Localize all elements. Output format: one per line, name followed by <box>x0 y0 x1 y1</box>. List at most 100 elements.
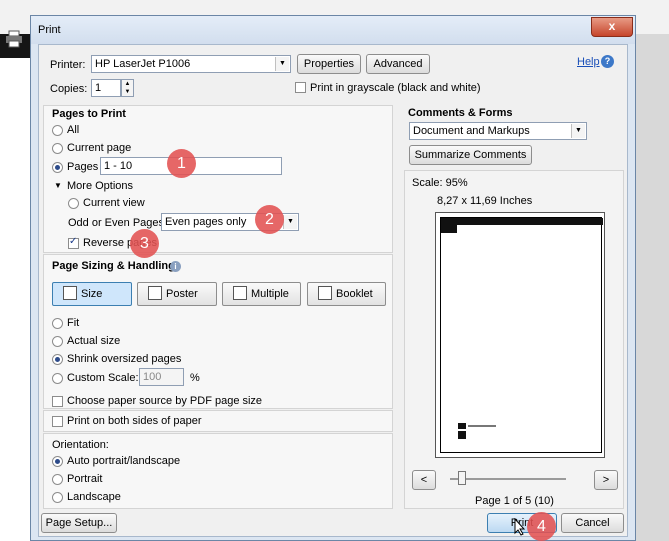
grayscale-label: Print in grayscale (black and white) <box>310 82 481 94</box>
preview-page-border <box>440 217 602 453</box>
all-radio[interactable] <box>52 125 63 136</box>
odd-even-value: Even pages only <box>165 216 247 228</box>
step-badge-4: 4 <box>527 512 556 541</box>
chevron-down-icon: ▼ <box>571 124 585 138</box>
multiple-tab-button[interactable]: Multiple <box>222 282 301 306</box>
all-label: All <box>67 124 80 136</box>
dialog-content: Printer: HP LaserJet P1006 ▼ Properties … <box>38 44 628 537</box>
custom-scale-input[interactable]: 100 <box>139 368 184 386</box>
booklet-tab-button[interactable]: Booklet <box>307 282 386 306</box>
title-bar: Print x <box>31 16 635 44</box>
portrait-radio[interactable] <box>52 474 63 485</box>
size-icon <box>63 286 77 301</box>
chevron-down-icon: ▼ <box>275 57 289 71</box>
page-preview <box>435 212 605 458</box>
actual-size-radio[interactable] <box>52 336 63 347</box>
current-page-label: Current page <box>67 142 132 154</box>
auto-orientation-radio[interactable] <box>52 456 63 467</box>
page-slider-thumb[interactable] <box>457 471 466 485</box>
portrait-label: Portrait <box>67 473 103 485</box>
printer-select[interactable]: HP LaserJet P1006 ▼ <box>91 55 291 73</box>
current-view-label: Current view <box>83 197 145 209</box>
more-options-label[interactable]: More Options <box>67 180 133 192</box>
pages-label: Pages <box>67 161 99 173</box>
fit-radio[interactable] <box>52 318 63 329</box>
reverse-pages-checkbox[interactable] <box>68 236 79 249</box>
pages-radio[interactable] <box>52 162 63 173</box>
printer-value: HP LaserJet P1006 <box>95 58 191 70</box>
auto-orientation-label: Auto portrait/landscape <box>67 455 181 467</box>
preview-text-line <box>468 425 496 427</box>
comments-value: Document and Markups <box>413 125 530 137</box>
step-badge-2: 2 <box>255 205 284 234</box>
duplex-checkbox[interactable] <box>52 416 63 427</box>
preview-header-block <box>441 218 457 233</box>
fit-label: Fit <box>67 317 80 329</box>
preview-mark-1 <box>458 423 466 429</box>
page-setup-button[interactable]: Page Setup... <box>41 513 117 533</box>
summarize-comments-button[interactable]: Summarize Comments <box>409 145 532 165</box>
custom-scale-label: Custom Scale: <box>67 372 139 384</box>
printer-label: Printer: <box>50 59 86 71</box>
booklet-tab-label: Booklet <box>336 288 373 300</box>
multiple-icon <box>233 286 247 301</box>
page-sizing-heading: Page Sizing & Handling <box>52 260 175 272</box>
shrink-radio[interactable] <box>52 354 63 365</box>
orientation-heading: Orientation: <box>52 439 109 451</box>
print-dialog: Print x Printer: HP LaserJet P1006 ▼ Pro… <box>30 15 636 541</box>
shrink-label: Shrink oversized pages <box>67 353 182 365</box>
info-icon[interactable]: i <box>170 261 181 272</box>
printer-icon[interactable] <box>5 30 23 48</box>
poster-tab-button[interactable]: Poster <box>137 282 217 306</box>
page-sizing-panel: Page Sizing & Handling i Size Poster Mul… <box>43 254 393 409</box>
comments-select[interactable]: Document and Markups ▼ <box>409 122 587 140</box>
poster-icon <box>148 286 162 301</box>
step-badge-1: 1 <box>167 149 196 178</box>
custom-scale-radio[interactable] <box>52 373 63 384</box>
odd-even-label: Odd or Even Pages: <box>68 217 168 229</box>
page-slider-track[interactable] <box>450 478 566 480</box>
close-button[interactable]: x <box>591 17 633 37</box>
landscape-radio[interactable] <box>52 492 63 503</box>
help-icon[interactable]: ? <box>601 55 614 68</box>
copies-label: Copies: <box>50 83 88 95</box>
comments-heading: Comments & Forms <box>408 107 513 119</box>
window-title: Print <box>38 24 61 36</box>
advanced-button[interactable]: Advanced <box>366 54 430 74</box>
next-page-button[interactable]: > <box>594 470 618 490</box>
help-link[interactable]: Help <box>577 56 600 68</box>
landscape-label: Landscape <box>67 491 121 503</box>
paper-source-label: Choose paper source by PDF page size <box>67 395 263 407</box>
booklet-icon <box>318 286 332 301</box>
page-info-label: Page 1 of 5 (10) <box>475 495 554 507</box>
size-tab-label: Size <box>81 288 103 300</box>
size-tab-button[interactable]: Size <box>52 282 132 306</box>
actual-size-label: Actual size <box>67 335 121 347</box>
current-view-radio[interactable] <box>68 198 79 209</box>
scale-label: Scale: 95% <box>412 177 468 189</box>
preview-mark-2 <box>458 431 466 439</box>
multiple-tab-label: Multiple <box>251 288 289 300</box>
triangle-down-icon[interactable]: ▼ <box>54 181 62 190</box>
chevron-down-icon: ▼ <box>283 215 297 229</box>
paper-size-label: 8,27 x 11,69 Inches <box>437 195 533 207</box>
grayscale-checkbox[interactable] <box>295 82 306 93</box>
step-badge-3: 3 <box>130 229 159 258</box>
pages-to-print-panel: Pages to Print All Current page Pages 1 … <box>43 105 393 253</box>
duplex-panel: Print on both sides of paper <box>43 410 393 432</box>
current-page-radio[interactable] <box>52 143 63 154</box>
pages-to-print-heading: Pages to Print <box>52 108 126 120</box>
copies-input[interactable]: 1 <box>91 79 121 97</box>
duplex-label: Print on both sides of paper <box>67 415 202 427</box>
properties-button[interactable]: Properties <box>297 54 361 74</box>
prev-page-button[interactable]: < <box>412 470 436 490</box>
paper-source-checkbox[interactable] <box>52 396 63 407</box>
copies-stepper[interactable]: ▲ ▼ <box>121 79 134 97</box>
orientation-panel: Orientation: Auto portrait/landscape Por… <box>43 433 393 509</box>
preview-header-bar <box>441 218 603 225</box>
background-right-area <box>634 34 669 541</box>
poster-tab-label: Poster <box>166 288 198 300</box>
percent-label: % <box>190 372 200 384</box>
preview-panel: Scale: 95% 8,27 x 11,69 Inches < > Page … <box>404 170 624 509</box>
cancel-button[interactable]: Cancel <box>561 513 624 533</box>
